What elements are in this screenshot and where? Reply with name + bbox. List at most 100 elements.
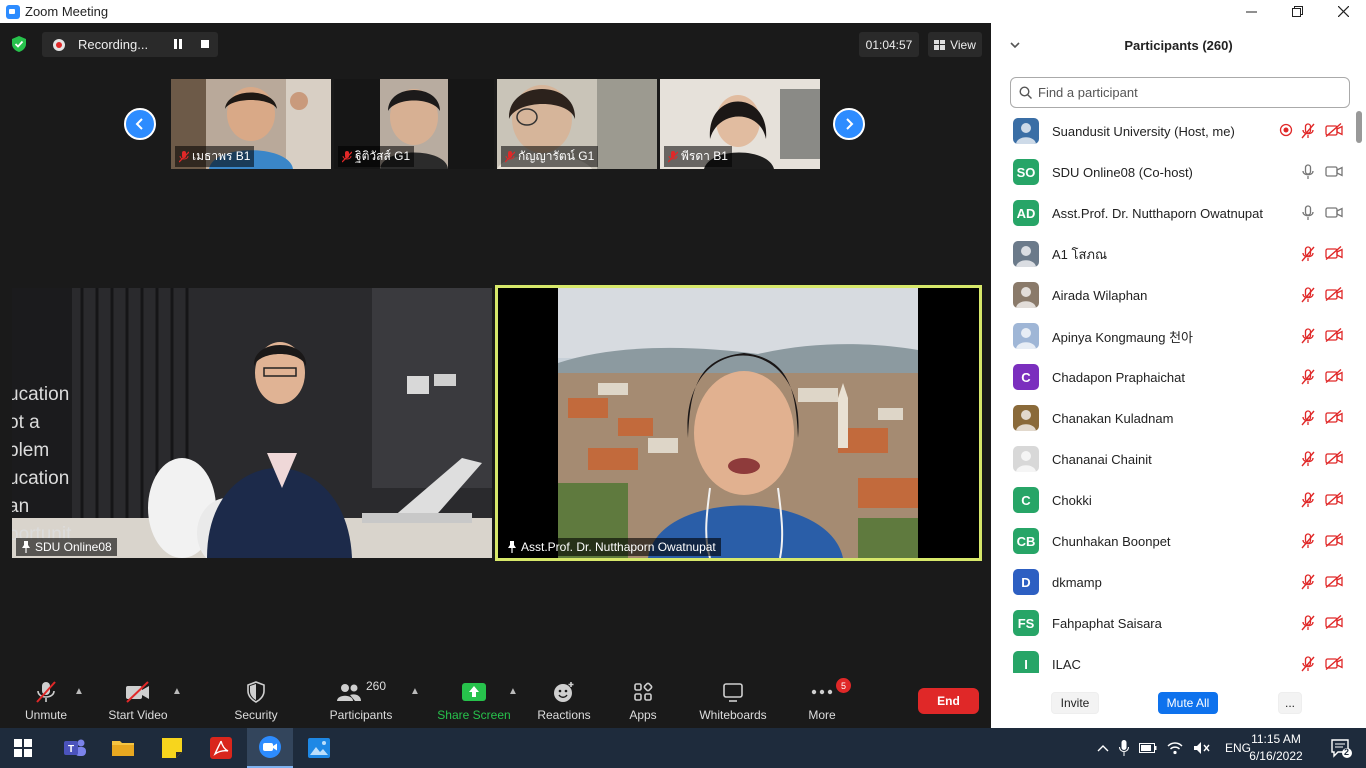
folder-icon bbox=[112, 741, 134, 756]
svg-text:T: T bbox=[68, 744, 74, 755]
apps-button[interactable]: Apps bbox=[620, 674, 666, 728]
pause-recording-button[interactable] bbox=[173, 39, 183, 49]
participants-button[interactable]: 260 Participants bbox=[325, 674, 397, 728]
video-off-icon[interactable] bbox=[1325, 573, 1343, 590]
participant-row[interactable]: C Chokki bbox=[991, 480, 1353, 521]
whiteboards-button[interactable]: Whiteboards bbox=[693, 674, 773, 728]
start-button[interactable] bbox=[0, 728, 46, 768]
video-off-icon[interactable] bbox=[1325, 245, 1343, 262]
participant-list-scrollbar[interactable] bbox=[1356, 111, 1362, 673]
video-off-icon[interactable] bbox=[1325, 286, 1343, 303]
microphone-icon[interactable] bbox=[1301, 164, 1319, 180]
participant-row[interactable]: FS Fahpaphat Saisara bbox=[991, 603, 1353, 644]
participant-row[interactable]: C Chadapon Praphaichat bbox=[991, 357, 1353, 398]
mic-muted-icon[interactable] bbox=[1301, 574, 1319, 590]
taskbar-zoom[interactable] bbox=[247, 728, 293, 768]
battery-icon[interactable] bbox=[1139, 742, 1157, 754]
active-speaker-tile[interactable]: Asst.Prof. Dr. Nutthaporn Owatnupat bbox=[495, 285, 982, 561]
mic-muted-icon[interactable] bbox=[1301, 656, 1319, 672]
chevron-up-icon[interactable] bbox=[1097, 744, 1109, 752]
participant-row[interactable]: Suandusit University (Host, me) bbox=[991, 111, 1353, 152]
video-icon[interactable] bbox=[1325, 164, 1343, 180]
participant-row[interactable]: AD Asst.Prof. Dr. Nutthaporn Owatnupat bbox=[991, 193, 1353, 234]
participant-video bbox=[498, 288, 979, 558]
chevron-down-icon[interactable] bbox=[1009, 39, 1021, 51]
wifi-icon[interactable] bbox=[1167, 741, 1183, 755]
mic-muted-icon[interactable] bbox=[1301, 123, 1319, 139]
mic-muted-icon[interactable] bbox=[1301, 492, 1319, 508]
mute-all-button[interactable]: Mute All bbox=[1158, 692, 1218, 714]
shield-icon bbox=[247, 681, 265, 703]
mic-muted-icon[interactable] bbox=[1301, 246, 1319, 262]
encryption-shield-icon[interactable] bbox=[10, 35, 28, 53]
video-tile[interactable]: ucation ot a blem ucation an portunit SD… bbox=[12, 288, 492, 558]
participant-row[interactable]: Chananai Chainit bbox=[991, 439, 1353, 480]
security-button[interactable]: Security bbox=[228, 674, 284, 728]
taskbar-acrobat[interactable] bbox=[198, 728, 244, 768]
video-thumbnail[interactable]: ฐิติวัสส์ G1 bbox=[334, 79, 494, 169]
view-button[interactable]: View bbox=[928, 32, 982, 57]
participant-search[interactable] bbox=[1010, 77, 1350, 108]
participant-row[interactable]: A1 โสภณ bbox=[991, 234, 1353, 275]
participant-row[interactable]: Airada Wilaphan bbox=[991, 275, 1353, 316]
taskbar-clock[interactable]: 11:15 AM 6/16/2022 bbox=[1245, 731, 1307, 765]
mic-muted-icon[interactable] bbox=[1301, 410, 1319, 426]
participant-row[interactable]: Chanakan Kuladnam bbox=[991, 398, 1353, 439]
video-off-icon[interactable] bbox=[1325, 122, 1343, 139]
search-input[interactable] bbox=[1038, 85, 1328, 100]
video-thumbnail[interactable]: เมธาพร B1 bbox=[171, 79, 331, 169]
video-off-icon[interactable] bbox=[1325, 614, 1343, 631]
participant-row[interactable]: I ILAC bbox=[991, 644, 1353, 673]
video-icon[interactable] bbox=[1325, 205, 1343, 221]
video-off-icon[interactable] bbox=[1325, 491, 1343, 508]
taskbar-file-explorer[interactable] bbox=[100, 728, 146, 768]
video-off-icon[interactable] bbox=[1325, 409, 1343, 426]
video-off-icon[interactable] bbox=[1325, 368, 1343, 385]
audio-options-caret[interactable]: ▲ bbox=[74, 686, 84, 697]
restore-button[interactable] bbox=[1274, 0, 1320, 23]
end-meeting-button[interactable]: End bbox=[918, 688, 979, 714]
taskbar-teams[interactable]: T bbox=[52, 728, 98, 768]
microphone-icon[interactable] bbox=[1119, 740, 1129, 756]
more-options-button[interactable]: ... bbox=[1278, 692, 1302, 714]
notification-center-button[interactable]: 2 bbox=[1318, 728, 1364, 768]
microphone-icon[interactable] bbox=[1301, 205, 1319, 221]
participant-row[interactable]: SO SDU Online08 (Co-host) bbox=[991, 152, 1353, 193]
mic-muted-icon[interactable] bbox=[1301, 615, 1319, 631]
video-thumbnail[interactable]: พีรดา B1 bbox=[660, 79, 820, 169]
video-off-icon[interactable] bbox=[1325, 327, 1343, 344]
close-button[interactable] bbox=[1320, 0, 1366, 23]
taskbar-photos[interactable] bbox=[296, 728, 342, 768]
video-off-icon[interactable] bbox=[1325, 655, 1343, 672]
share-screen-button[interactable]: Share Screen bbox=[436, 674, 512, 728]
participant-row[interactable]: Ddkmamp bbox=[991, 562, 1353, 603]
minimize-button[interactable] bbox=[1228, 0, 1274, 23]
video-off-icon[interactable] bbox=[1325, 532, 1343, 549]
taskbar-sticky-notes[interactable] bbox=[149, 728, 195, 768]
invite-button[interactable]: Invite bbox=[1051, 692, 1099, 714]
reactions-button[interactable]: Reactions bbox=[535, 674, 593, 728]
video-off-icon[interactable] bbox=[1325, 450, 1343, 467]
participant-row[interactable]: CB Chunhakan Boonpet bbox=[991, 521, 1353, 562]
stop-recording-button[interactable] bbox=[201, 40, 209, 48]
previous-page-button[interactable] bbox=[124, 108, 156, 140]
pin-icon bbox=[22, 541, 30, 553]
next-page-button[interactable] bbox=[833, 108, 865, 140]
volume-muted-icon[interactable] bbox=[1193, 741, 1211, 755]
mic-muted-icon[interactable] bbox=[1301, 369, 1319, 385]
participant-name-label: SDU Online08 bbox=[16, 538, 117, 556]
participant-row[interactable]: Apinya Kongmaung 천아 bbox=[991, 316, 1353, 357]
participants-options-caret[interactable]: ▲ bbox=[410, 686, 420, 697]
video-thumbnail[interactable]: กัญญารัตน์ G1 bbox=[497, 79, 657, 169]
mic-muted-icon[interactable] bbox=[1301, 287, 1319, 303]
mic-muted-icon[interactable] bbox=[1301, 451, 1319, 467]
acrobat-icon bbox=[210, 737, 232, 759]
video-options-caret[interactable]: ▲ bbox=[172, 686, 182, 697]
share-options-caret[interactable]: ▲ bbox=[508, 686, 518, 697]
unmute-button[interactable]: Unmute bbox=[18, 674, 74, 728]
avatar bbox=[1013, 446, 1039, 472]
avatar bbox=[1013, 282, 1039, 308]
start-video-button[interactable]: Start Video bbox=[104, 674, 172, 728]
mic-muted-icon[interactable] bbox=[1301, 533, 1319, 549]
mic-muted-icon[interactable] bbox=[1301, 328, 1319, 344]
